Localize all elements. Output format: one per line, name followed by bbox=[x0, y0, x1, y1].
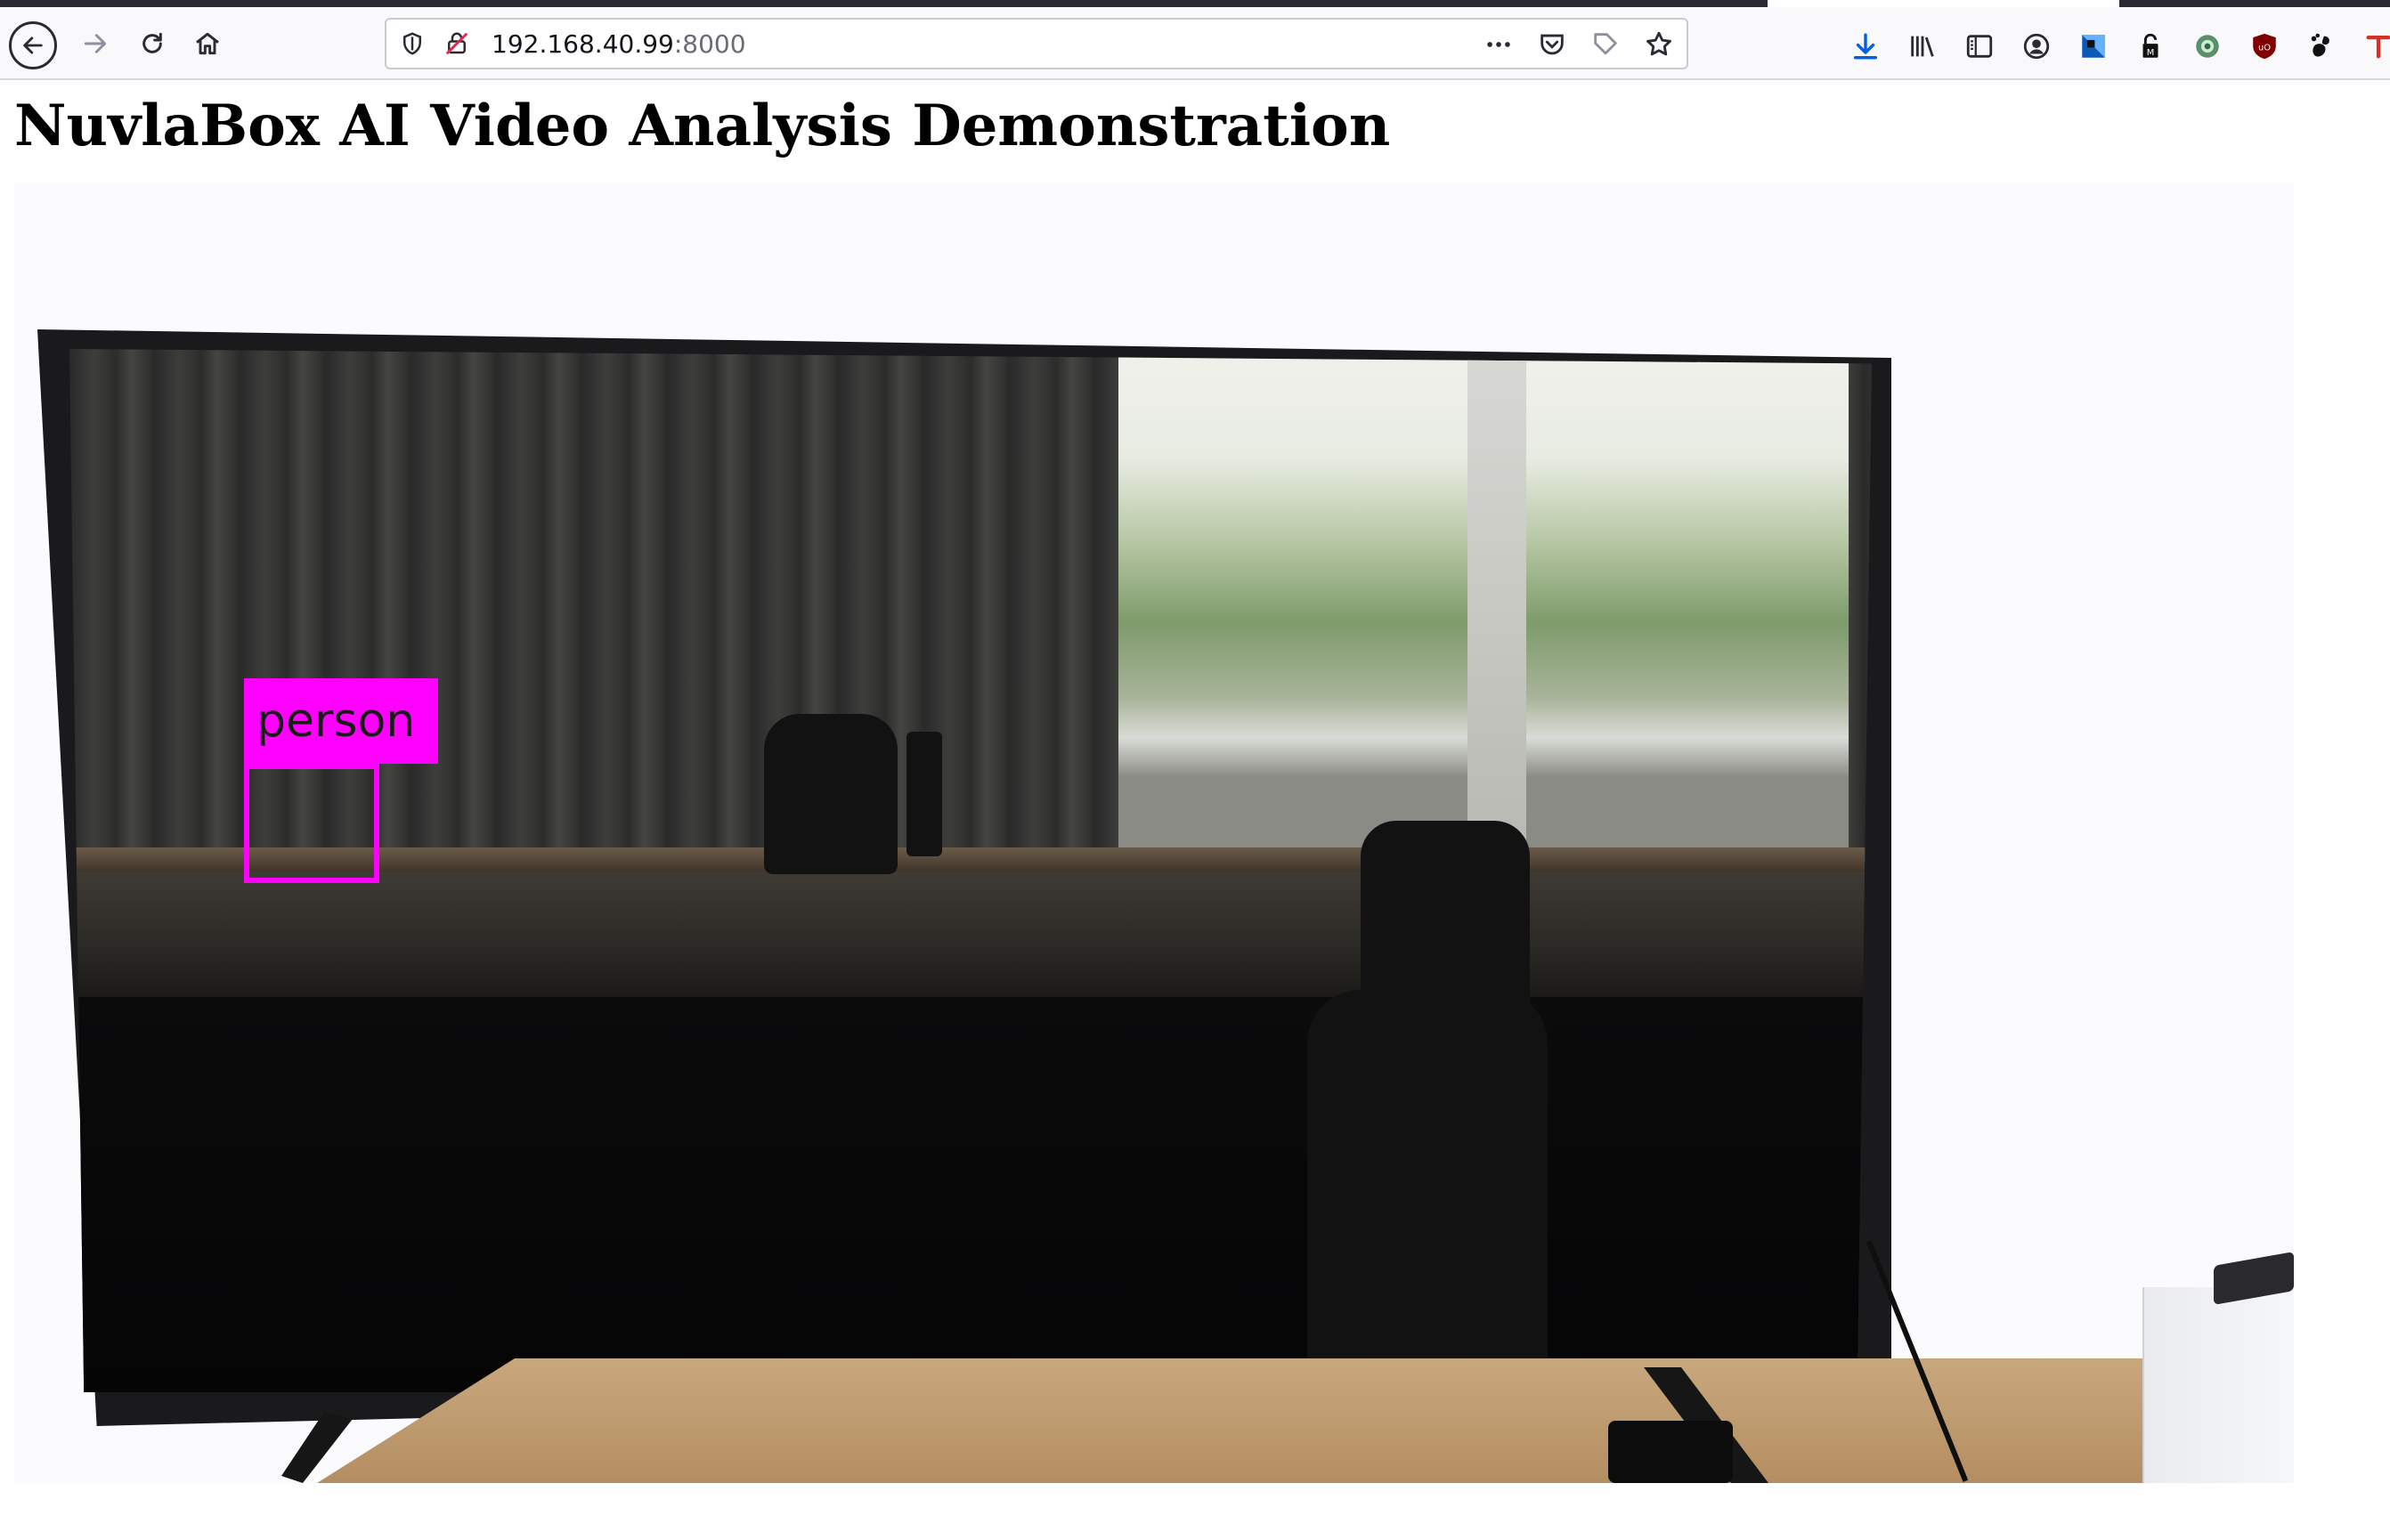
insecure-lock-icon[interactable] bbox=[443, 30, 470, 57]
password-manager-button[interactable]: M bbox=[2134, 29, 2167, 63]
media-box bbox=[1608, 1421, 1733, 1483]
reader-sidebar-icon bbox=[1966, 35, 1993, 58]
reload-icon bbox=[142, 32, 162, 53]
pocket-button[interactable] bbox=[1537, 29, 1567, 60]
page-title: NuvlaBox AI Video Analysis Demonstration bbox=[14, 93, 1391, 159]
forward-arrow-icon bbox=[84, 34, 107, 53]
home-button[interactable] bbox=[183, 20, 232, 68]
chair-silhouette bbox=[1361, 821, 1530, 1017]
gnome-icon bbox=[2311, 33, 2329, 57]
vpn-button[interactable] bbox=[2191, 29, 2224, 63]
table-reflection bbox=[69, 872, 1872, 997]
library-button[interactable] bbox=[1906, 29, 1939, 63]
account-button[interactable] bbox=[2020, 29, 2053, 63]
url-actions bbox=[1484, 28, 1674, 61]
gnome-button[interactable] bbox=[2305, 29, 2338, 63]
pin-tab-button[interactable] bbox=[1590, 29, 1621, 60]
forward-button[interactable] bbox=[71, 20, 119, 68]
extension-button-1[interactable] bbox=[2077, 29, 2110, 63]
more-actions-icon bbox=[1487, 42, 1510, 47]
tracking-shield-icon[interactable] bbox=[399, 30, 426, 57]
person-silhouette bbox=[764, 714, 898, 874]
translate-button[interactable] bbox=[2362, 29, 2390, 63]
url-host: 192.168.40.99 bbox=[492, 29, 674, 59]
url-port: :8000 bbox=[673, 29, 746, 59]
detection-label: person bbox=[244, 678, 438, 764]
pocket-icon bbox=[1540, 34, 1564, 55]
ublock-icon: uO bbox=[2253, 33, 2276, 60]
browser-toolbar: 192.168.40.99:8000 M uO bbox=[0, 7, 2390, 80]
sidebar-button[interactable] bbox=[1963, 29, 1996, 63]
library-icon bbox=[1911, 36, 1934, 57]
back-button[interactable] bbox=[9, 21, 57, 69]
side-cabinet bbox=[2142, 1287, 2294, 1483]
window-top-strip bbox=[0, 0, 2390, 7]
active-tab-strip bbox=[0, 0, 1768, 7]
video-stream: person bbox=[14, 183, 2294, 1483]
download-icon bbox=[1853, 33, 1878, 60]
extension-icon bbox=[2082, 35, 2105, 58]
chair-back-silhouette bbox=[1307, 990, 1548, 1382]
camera-silhouette bbox=[906, 732, 942, 856]
extensions-toolbar: M uO bbox=[1849, 27, 2390, 66]
tab-strip-right bbox=[2119, 0, 2390, 7]
more-actions-button[interactable] bbox=[1484, 29, 1514, 60]
downloads-button[interactable] bbox=[1849, 29, 1882, 63]
account-icon bbox=[2023, 33, 2050, 60]
detection-bounding-box bbox=[244, 764, 379, 883]
svg-text:M: M bbox=[2147, 48, 2155, 58]
pin-tab-icon bbox=[1594, 33, 1617, 55]
reload-button[interactable] bbox=[128, 20, 176, 68]
bookmark-button[interactable] bbox=[1644, 29, 1674, 60]
ublock-button[interactable]: uO bbox=[2248, 29, 2281, 63]
back-arrow-icon bbox=[23, 36, 43, 54]
bookmark-star-icon bbox=[1646, 31, 1671, 56]
desk bbox=[317, 1358, 2294, 1483]
translate-icon bbox=[2366, 35, 2390, 59]
svg-text:uO: uO bbox=[2258, 43, 2271, 53]
home-icon bbox=[196, 32, 219, 55]
password-manager-icon: M bbox=[2142, 33, 2158, 58]
address-bar[interactable]: 192.168.40.99:8000 bbox=[385, 18, 1688, 69]
url-text[interactable]: 192.168.40.99:8000 bbox=[492, 30, 746, 59]
window-divider bbox=[1467, 349, 1526, 847]
vpn-icon bbox=[2196, 35, 2219, 58]
